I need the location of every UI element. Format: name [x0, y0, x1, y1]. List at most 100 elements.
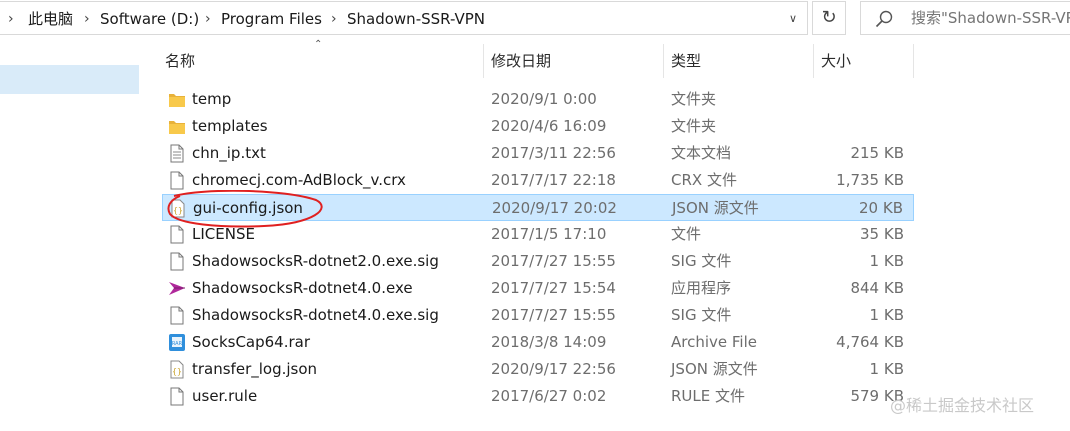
- chevron-right-icon[interactable]: ›: [84, 2, 90, 36]
- column-divider[interactable]: [483, 44, 484, 78]
- file-type: 文件夹: [671, 90, 717, 108]
- breadcrumb-current-folder[interactable]: Shadown-SSR-VPN: [347, 2, 485, 36]
- file-name: chromecj.com-AdBlock_v.crx: [192, 171, 406, 189]
- blank-file-icon: [168, 225, 186, 244]
- file-row[interactable]: templates 2020/4/6 16:09 文件夹: [162, 113, 914, 140]
- file-row[interactable]: chn_ip.txt 2017/3/11 22:56 文本文档 215 KB: [162, 140, 914, 167]
- chevron-right-icon[interactable]: ›: [205, 2, 211, 36]
- file-size: 4,764 KB: [836, 333, 904, 351]
- blank-file-icon: [168, 387, 186, 406]
- file-date: 2020/9/17 22:56: [491, 360, 616, 378]
- file-name: ShadowsocksR-dotnet4.0.exe: [192, 279, 413, 297]
- file-size: 1,735 KB: [836, 171, 904, 189]
- file-row[interactable]: {} gui-config.json 2020/9/17 20:02 JSON 源文件…: [162, 194, 914, 221]
- json-file-icon: {}: [168, 360, 186, 379]
- file-name: temp: [192, 90, 232, 108]
- column-header-date[interactable]: 修改日期: [491, 38, 551, 84]
- file-row[interactable]: user.rule 2017/6/27 0:02 RULE 文件 579 KB: [162, 383, 914, 410]
- file-date: 2017/1/5 17:10: [491, 225, 607, 243]
- column-divider[interactable]: [813, 44, 814, 78]
- file-size: 20 KB: [859, 199, 903, 217]
- file-size: 215 KB: [850, 144, 904, 162]
- address-bar[interactable]: › 此电脑 › Software (D:) › Program Files › …: [0, 1, 808, 35]
- file-size: 844 KB: [850, 279, 904, 297]
- file-type: Archive File: [671, 333, 757, 351]
- file-date: 2017/7/17 22:18: [491, 171, 616, 189]
- file-name: ShadowsocksR-dotnet2.0.exe.sig: [192, 252, 439, 270]
- blank-file-icon: [168, 306, 186, 325]
- svg-text:{}: {}: [173, 206, 183, 215]
- file-size: 35 KB: [860, 225, 904, 243]
- file-type: JSON 源文件: [672, 199, 759, 217]
- blank-file-icon: [168, 171, 186, 190]
- folder-icon: [168, 117, 186, 136]
- file-type: SIG 文件: [671, 306, 732, 324]
- breadcrumb-drive[interactable]: Software (D:): [100, 2, 199, 36]
- address-row: › 此电脑 › Software (D:) › Program Files › …: [0, 0, 1070, 38]
- file-date: 2020/9/17 20:02: [492, 199, 617, 217]
- search-box[interactable]: [860, 1, 1070, 35]
- paper-plane-icon: [168, 279, 186, 298]
- file-date: 2020/4/6 16:09: [491, 117, 607, 135]
- file-type: 文件夹: [671, 117, 717, 135]
- folder-icon: [168, 90, 186, 109]
- file-row[interactable]: chromecj.com-AdBlock_v.crx 2017/7/17 22:1…: [162, 167, 914, 194]
- file-type: RULE 文件: [671, 387, 746, 405]
- file-type: CRX 文件: [671, 171, 737, 189]
- refresh-icon: ↻: [821, 7, 837, 28]
- file-date: 2017/7/27 15:54: [491, 279, 616, 297]
- file-name: chn_ip.txt: [192, 144, 266, 162]
- breadcrumb-program-files[interactable]: Program Files: [221, 2, 322, 36]
- file-type: 文件: [671, 225, 702, 243]
- column-header-size[interactable]: 大小: [821, 38, 851, 84]
- file-type: 文本文档: [671, 144, 732, 162]
- column-header-name[interactable]: 名称: [165, 38, 195, 84]
- file-row[interactable]: ShadowsocksR-dotnet2.0.exe.sig 2017/7/27 …: [162, 248, 914, 275]
- file-date: 2017/3/11 22:56: [491, 144, 616, 162]
- column-divider[interactable]: [913, 44, 914, 78]
- file-size: 1 KB: [869, 360, 904, 378]
- file-row[interactable]: temp 2020/9/1 0:00 文件夹: [162, 86, 914, 113]
- chevron-right-icon[interactable]: ›: [331, 2, 337, 36]
- file-row[interactable]: ShadowsocksR-dotnet4.0.exe.sig 2017/7/27 …: [162, 302, 914, 329]
- text-file-icon: [168, 144, 186, 163]
- search-icon: [875, 10, 893, 28]
- file-type: JSON 源文件: [671, 360, 758, 378]
- file-row[interactable]: LICENSE 2017/1/5 17:10 文件 35 KB: [162, 221, 914, 248]
- file-date: 2017/7/27 15:55: [491, 306, 616, 324]
- file-date: 2018/3/8 14:09: [491, 333, 607, 351]
- file-date: 2017/6/27 0:02: [491, 387, 607, 405]
- chevron-right-icon[interactable]: ›: [8, 2, 14, 36]
- file-row[interactable]: ShadowsocksR-dotnet4.0.exe 2017/7/27 15:5…: [162, 275, 914, 302]
- archive-icon: RAR: [168, 333, 186, 352]
- search-input[interactable]: [911, 2, 1070, 34]
- nav-selected-item[interactable]: [0, 65, 139, 94]
- file-date: 2020/9/1 0:00: [491, 90, 597, 108]
- file-size: 1 KB: [869, 306, 904, 324]
- file-type: 应用程序: [671, 279, 732, 297]
- file-date: 2017/7/27 15:55: [491, 252, 616, 270]
- file-name: transfer_log.json: [192, 360, 318, 378]
- file-name: user.rule: [192, 387, 258, 405]
- file-name: SocksCap64.rar: [192, 333, 311, 351]
- sort-ascending-icon: ⌃: [314, 39, 323, 50]
- file-size: 1 KB: [869, 252, 904, 270]
- breadcrumb-this-pc[interactable]: 此电脑: [28, 2, 73, 36]
- file-type: SIG 文件: [671, 252, 732, 270]
- blank-file-icon: [168, 252, 186, 271]
- file-name: templates: [192, 117, 268, 135]
- file-row[interactable]: RAR SocksCap64.rar 2018/3/8 14:09 Archive F…: [162, 329, 914, 356]
- svg-text:RAR: RAR: [172, 341, 183, 347]
- file-name: LICENSE: [192, 225, 255, 243]
- navigation-pane[interactable]: [0, 38, 142, 431]
- file-name: ShadowsocksR-dotnet4.0.exe.sig: [192, 306, 439, 324]
- refresh-button[interactable]: ↻: [812, 1, 846, 35]
- chevron-down-icon[interactable]: ∨: [778, 2, 808, 36]
- file-name: gui-config.json: [193, 199, 303, 217]
- svg-text:{}: {}: [172, 367, 182, 376]
- watermark: @稀土掘金技术社区: [890, 396, 1035, 415]
- column-header-type[interactable]: 类型: [671, 38, 701, 84]
- column-divider[interactable]: [663, 44, 664, 78]
- file-row[interactable]: {} transfer_log.json 2020/9/17 22:56 JSON 源…: [162, 356, 914, 383]
- json-file-icon: {}: [169, 199, 187, 218]
